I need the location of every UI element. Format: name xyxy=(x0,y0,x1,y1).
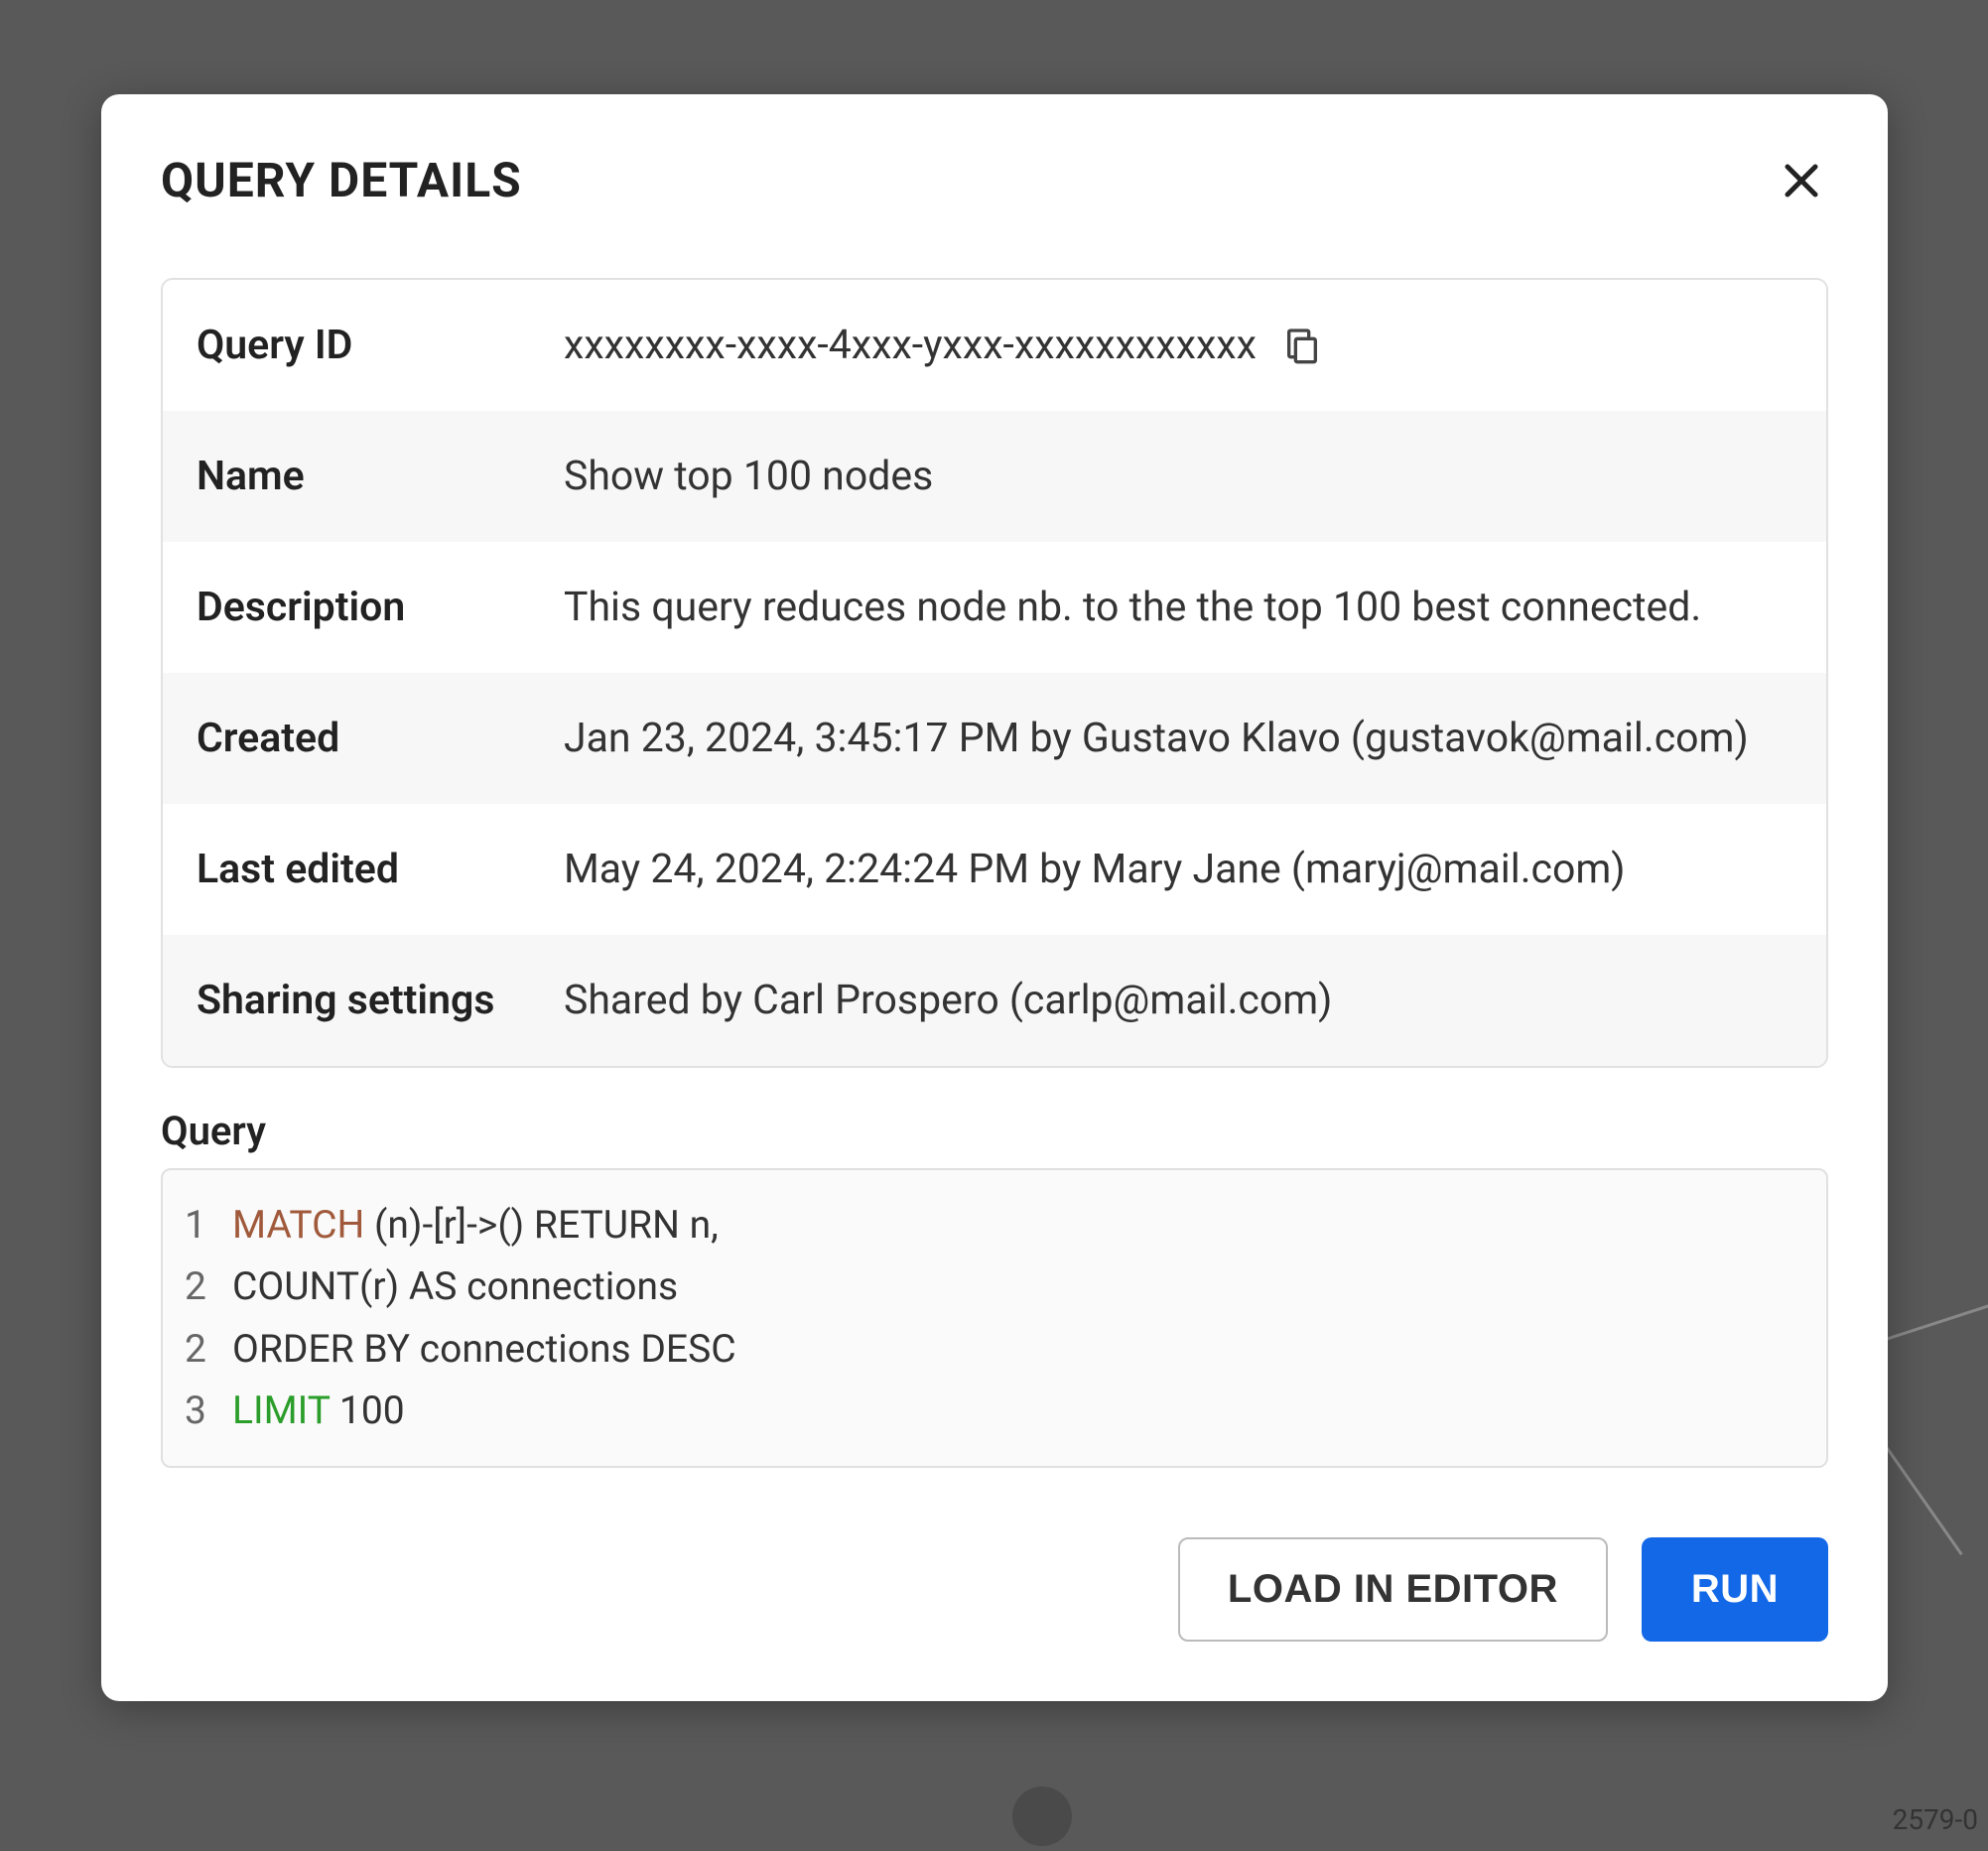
value-sharing-settings: Shared by Carl Prospero (carlp@mail.com) xyxy=(564,977,1332,1024)
query-section-label: Query xyxy=(161,1108,1828,1154)
query-id-text: xxxxxxxx-xxxx-4xxx-yxxx-xxxxxxxxxxxx xyxy=(564,322,1257,369)
query-text: MATCH (n)-[r]->() RETURN n, xyxy=(232,1194,719,1256)
query-text: LIMIT 100 xyxy=(232,1380,405,1441)
value-last-edited: May 24, 2024, 2:24:24 PM by Mary Jane (m… xyxy=(564,846,1626,893)
label-created: Created xyxy=(197,715,564,762)
query-rest: (n)-[r]->() RETURN n, xyxy=(364,1202,718,1248)
row-description: Description This query reduces node nb. … xyxy=(163,542,1826,673)
modal-title: QUERY DETAILS xyxy=(161,152,522,208)
query-code-box: 1 MATCH (n)-[r]->() RETURN n, 2 COUNT(r)… xyxy=(161,1168,1828,1468)
keyword-limit: LIMIT xyxy=(232,1388,330,1433)
row-query-id: Query ID xxxxxxxx-xxxx-4xxx-yxxx-xxxxxxx… xyxy=(163,280,1826,411)
label-sharing-settings: Sharing settings xyxy=(197,977,564,1024)
copy-icon xyxy=(1282,326,1322,365)
line-number: 2 xyxy=(185,1256,208,1317)
copy-query-id-button[interactable] xyxy=(1280,324,1324,367)
query-line-4: 3 LIMIT 100 xyxy=(185,1380,1804,1441)
row-name: Name Show top 100 nodes xyxy=(163,411,1826,542)
background-corner-label: 2579-0 xyxy=(1893,1803,1978,1836)
label-name: Name xyxy=(197,453,564,500)
line-number: 2 xyxy=(185,1318,208,1380)
query-text: COUNT(r) AS connections xyxy=(232,1256,678,1317)
modal-header: QUERY DETAILS xyxy=(161,152,1828,208)
details-table: Query ID xxxxxxxx-xxxx-4xxx-yxxx-xxxxxxx… xyxy=(161,278,1828,1068)
load-in-editor-button[interactable]: LOAD IN EDITOR xyxy=(1178,1537,1608,1642)
line-number: 3 xyxy=(185,1380,208,1441)
query-details-modal: QUERY DETAILS Query ID xxxxxxxx-xxxx-4xx… xyxy=(101,94,1888,1701)
keyword-match: MATCH xyxy=(232,1202,364,1248)
query-line-2: 2 COUNT(r) AS connections xyxy=(185,1256,1804,1317)
label-description: Description xyxy=(197,584,564,631)
line-number: 1 xyxy=(185,1194,208,1256)
close-button[interactable] xyxy=(1775,154,1828,207)
query-line-1: 1 MATCH (n)-[r]->() RETURN n, xyxy=(185,1194,1804,1256)
query-rest: 100 xyxy=(330,1388,404,1433)
value-created: Jan 23, 2024, 3:45:17 PM by Gustavo Klav… xyxy=(564,715,1749,762)
query-line-3: 2 ORDER BY connections DESC xyxy=(185,1318,1804,1380)
background-circle xyxy=(1012,1786,1072,1846)
row-last-edited: Last edited May 24, 2024, 2:24:24 PM by … xyxy=(163,804,1826,935)
close-icon xyxy=(1778,157,1825,204)
query-text: ORDER BY connections DESC xyxy=(232,1318,736,1380)
value-name: Show top 100 nodes xyxy=(564,453,933,500)
row-sharing-settings: Sharing settings Shared by Carl Prospero… xyxy=(163,935,1826,1066)
modal-footer: LOAD IN EDITOR RUN xyxy=(161,1537,1828,1642)
run-button[interactable]: RUN xyxy=(1642,1537,1828,1642)
label-last-edited: Last edited xyxy=(197,846,564,893)
label-query-id: Query ID xyxy=(197,322,564,369)
value-description: This query reduces node nb. to the the t… xyxy=(564,584,1701,631)
value-query-id: xxxxxxxx-xxxx-4xxx-yxxx-xxxxxxxxxxxx xyxy=(564,322,1324,369)
row-created: Created Jan 23, 2024, 3:45:17 PM by Gust… xyxy=(163,673,1826,804)
